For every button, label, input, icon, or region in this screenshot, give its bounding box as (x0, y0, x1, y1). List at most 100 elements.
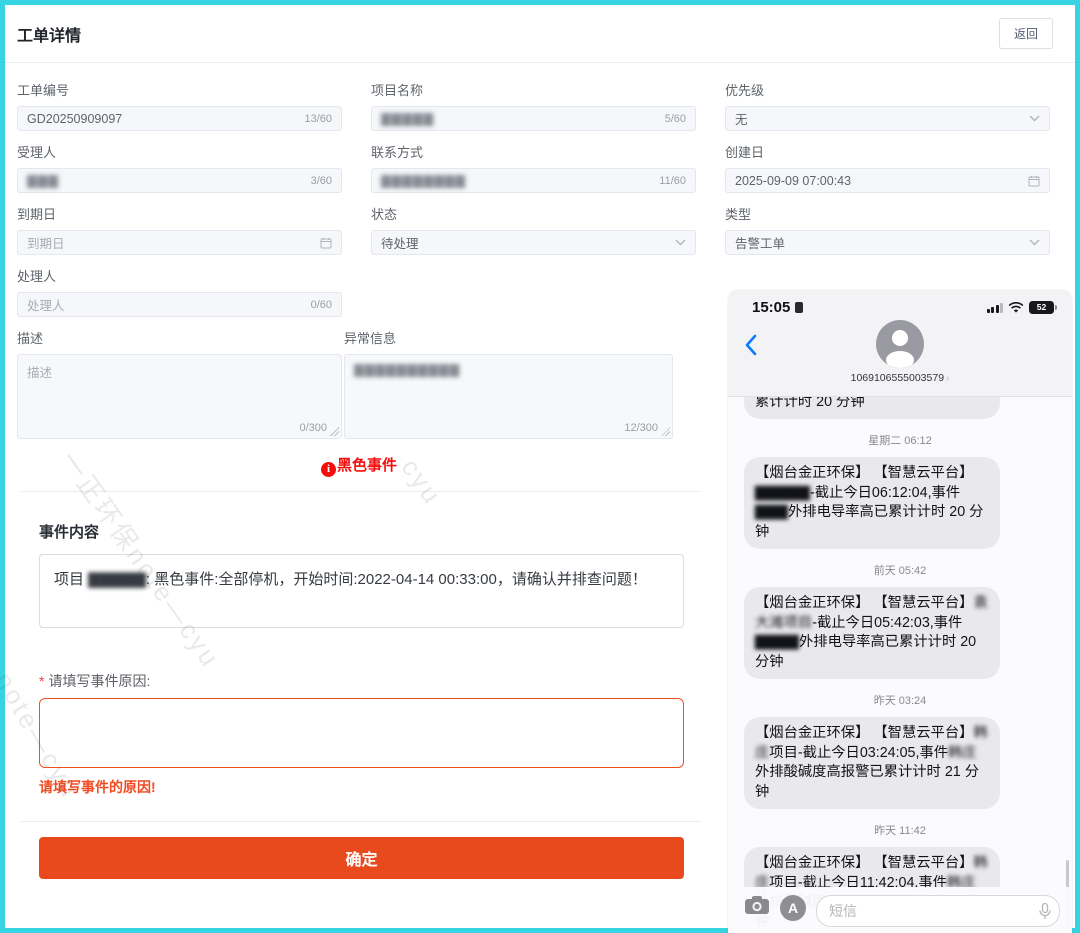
field-description: 描述 描述 0/300 (17, 330, 342, 439)
select-value: 无 (735, 109, 1023, 128)
field-due-date: 到期日 到期日 (17, 206, 342, 255)
redacted-value: ▇▇▇▇▇▇▇▇▇▇ (354, 363, 460, 377)
sms-input-bar: A 短信 (728, 887, 1072, 933)
field-type: 类型 告警工单 (725, 206, 1050, 255)
redacted-value: ▇▇▇ (27, 173, 305, 188)
input-value: 2025-09-09 07:00:43 (735, 174, 1022, 188)
date-separator: 星期二 06:12 (744, 432, 1056, 448)
project-name-input[interactable]: ▇▇▇▇▇ 5/60 (371, 106, 696, 131)
field-order-no: 工单编号 GD20250909097 13/60 (17, 82, 342, 131)
date-separator: 昨天 11:42 (744, 822, 1056, 838)
date-separator: 前天 05:42 (744, 562, 1056, 578)
status-select[interactable]: 待处理 (371, 230, 696, 255)
select-value: 告警工单 (735, 233, 1023, 252)
back-button[interactable]: 返回 (999, 18, 1053, 49)
text-segment: 外排电导率高已累计计时 20 分钟 (755, 504, 983, 540)
black-event-section: i黑色事件 事件内容 项目 ▇▇▇▇▇: 黑色事件:全部停机，开始时间:2022… (17, 454, 701, 879)
chevron-right-icon: › (946, 373, 949, 384)
redacted-value: ▇▇▇▇▇▇▇▇ (381, 173, 653, 188)
field-label: 类型 (725, 206, 1050, 223)
redacted-value: ▇▇▇▇▇ (381, 111, 659, 126)
field-exception-info: 异常信息 ▇▇▇▇▇▇▇▇▇▇ 12/300 (344, 330, 673, 439)
char-counter: 3/60 (311, 175, 332, 187)
event-banner: i黑色事件 (17, 454, 701, 477)
resize-handle[interactable] (661, 427, 670, 436)
field-created-date: 创建日 2025-09-09 07:00:43 (725, 144, 1050, 193)
field-label: 项目名称 (371, 82, 696, 99)
priority-select[interactable]: 无 (725, 106, 1050, 131)
info-icon: i (321, 462, 336, 477)
sms-screenshot: 15:05 52 1069106555003579› 16:12:03,事件袁大… (728, 290, 1072, 933)
field-label: 处理人 (17, 268, 342, 285)
chevron-down-icon (1029, 115, 1040, 122)
phone-header: 15:05 52 1069106555003579› (728, 290, 1072, 397)
redacted-text: ▇▇▇▇ (755, 634, 799, 650)
redacted-text: 韩庄 (948, 745, 977, 761)
order-no-input[interactable]: GD20250909097 13/60 (17, 106, 342, 131)
redacted-text: ▇▇▇▇▇ (88, 571, 146, 588)
reason-label: *请填写事件原因: (39, 671, 684, 691)
field-handler: 处理人 处理人 0/60 (17, 268, 342, 317)
sms-thread: 16:12:03,事件袁大滩外排电导率高已累计计时 20 分钟星期二 06:12… (728, 382, 1072, 933)
text-segment: 【烟台金正环保】 【智慧云平台】 (755, 465, 973, 481)
avatar[interactable] (876, 320, 924, 368)
event-content-box: 项目 ▇▇▇▇▇: 黑色事件:全部停机，开始时间:2022-04-14 00:3… (39, 554, 684, 628)
redacted-text: ▇▇▇▇▇ (755, 485, 810, 501)
text-segment: 【烟台金正环保】 【智慧云平台】 (755, 855, 973, 871)
char-counter: 13/60 (304, 113, 332, 125)
text-segment: -截止今日06:12:04,事件 (810, 485, 960, 501)
field-priority: 优先级 无 (725, 82, 1050, 131)
contact-input[interactable]: ▇▇▇▇▇▇▇▇ 11/60 (371, 168, 696, 193)
calendar-icon (320, 237, 332, 249)
sms-input-placeholder: 短信 (829, 901, 857, 921)
type-select[interactable]: 告警工单 (725, 230, 1050, 255)
camera-icon[interactable] (744, 895, 770, 915)
sender-number-text: 1069106555003579 (851, 372, 944, 384)
text-segment: 【烟台金正环保】 【智慧云平台】 (755, 725, 973, 741)
char-counter: 11/60 (659, 175, 686, 187)
microphone-icon[interactable] (1039, 903, 1051, 920)
date-separator: 昨天 03:24 (744, 692, 1056, 708)
divider (21, 821, 701, 822)
page-title: 工单详情 (17, 22, 81, 46)
page-header: 工单详情 返回 (5, 5, 1075, 63)
grid-spacer (371, 268, 696, 317)
text-segment: 项目-截止今日03:24:05,事件 (769, 745, 948, 761)
sms-bubble: 【烟台金正环保】 【智慧云平台】袁大滩项目-截止今日05:42:03,事件▇▇▇… (744, 587, 1000, 679)
sms-text-input[interactable]: 短信 (816, 895, 1060, 927)
chevron-down-icon (675, 239, 686, 246)
field-label: 状态 (371, 206, 696, 223)
sms-bubble: 【烟台金正环保】 【智慧云平台】 ▇▇▇▇▇-截止今日06:12:04,事件 ▇▇▇… (744, 457, 1000, 549)
text-segment: : 黑色事件:全部停机，开始时间:2022-04-14 00:33:00，请确认… (146, 571, 647, 588)
event-banner-text: 黑色事件 (337, 457, 397, 474)
due-date-input[interactable]: 到期日 (17, 230, 342, 255)
resize-handle[interactable] (330, 427, 339, 436)
handler-input[interactable]: 处理人 0/60 (17, 292, 342, 317)
phone-status-bar: 15:05 52 (728, 290, 1072, 316)
field-label: 受理人 (17, 144, 342, 161)
status-time: 15:05 (752, 299, 790, 316)
field-project-name: 项目名称 ▇▇▇▇▇ 5/60 (371, 82, 696, 131)
reason-textarea[interactable] (39, 698, 684, 768)
text-segment: 项目 (54, 571, 88, 588)
redacted-text: ▇▇▇ (755, 504, 788, 520)
required-asterisk: * (39, 673, 44, 689)
created-date-input[interactable]: 2025-09-09 07:00:43 (725, 168, 1050, 193)
sender-number[interactable]: 1069106555003579› (728, 372, 1072, 384)
field-label: 到期日 (17, 206, 342, 223)
exception-info-textarea[interactable]: ▇▇▇▇▇▇▇▇▇▇ 12/300 (344, 354, 673, 439)
acceptor-input[interactable]: ▇▇▇ 3/60 (17, 168, 342, 193)
text-segment: 【烟台金正环保】 【智慧云平台】 (755, 595, 973, 611)
field-label: 优先级 (725, 82, 1050, 99)
validation-error: 请填写事件的原因! (39, 777, 684, 797)
select-value: 待处理 (381, 233, 669, 252)
confirm-button[interactable]: 确定 (39, 837, 684, 879)
field-status: 状态 待处理 (371, 206, 696, 255)
wifi-icon (1008, 302, 1024, 314)
char-counter: 0/300 (299, 422, 327, 434)
description-textarea[interactable]: 描述 0/300 (17, 354, 342, 439)
divider (21, 491, 701, 492)
chevron-down-icon (1029, 239, 1040, 246)
appstore-icon[interactable]: A (780, 895, 806, 921)
back-chevron-icon[interactable] (744, 334, 757, 361)
